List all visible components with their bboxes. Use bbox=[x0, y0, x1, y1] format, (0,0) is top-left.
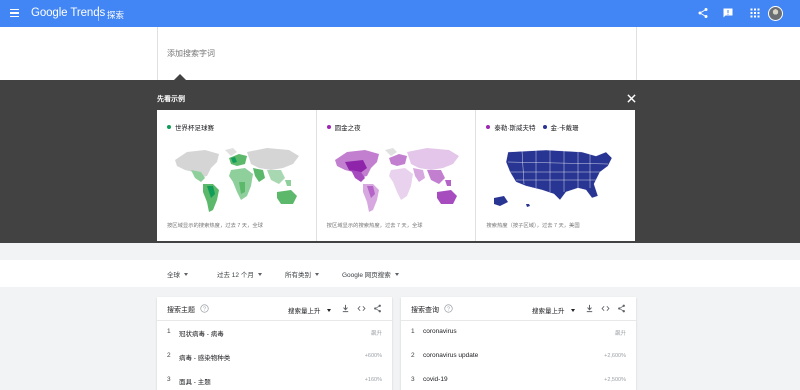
legend-dot bbox=[542, 125, 547, 129]
example-card-celebrities[interactable]: 泰勒·斯威夫特 金·卡戴珊 搜索热度（按子区域），过去 7 天，美国 bbox=[476, 110, 635, 241]
embed-icon[interactable] bbox=[601, 304, 610, 313]
legend-label: 泰勒·斯威夫特 bbox=[494, 125, 536, 132]
chevron-down-icon bbox=[315, 273, 319, 276]
list-item[interactable]: 2 coronavirus update +2,600% bbox=[401, 346, 636, 370]
list-item[interactable]: 1 冠状病毒 - 病毒 飙升 bbox=[157, 322, 392, 346]
header-divider bbox=[98, 6, 99, 21]
example-cards: 世界杯足球赛 按区域显示的搜索热度，过去 7 天，全球 圆金之夜 按区域显示的搜… bbox=[157, 110, 635, 241]
help-icon[interactable]: ? bbox=[444, 304, 453, 313]
card-caption: 按区域显示的搜索热度，过去 7 天，全球 bbox=[326, 223, 423, 229]
sort-label: 搜索量上升 bbox=[288, 308, 321, 315]
chevron-down-icon bbox=[570, 309, 575, 312]
svg-text:?: ? bbox=[447, 306, 450, 312]
region-filter-label: 全球 bbox=[167, 272, 180, 279]
time-filter[interactable]: 过去 12 个月 bbox=[217, 269, 262, 279]
rank: 3 bbox=[167, 376, 171, 383]
search-input[interactable] bbox=[167, 47, 467, 59]
example-card-golden-globes[interactable]: 圆金之夜 按区域显示的搜索热度，过去 7 天，全球 bbox=[317, 110, 477, 241]
card-legend: 世界杯足球赛 bbox=[167, 122, 221, 132]
close-icon[interactable] bbox=[627, 94, 636, 103]
legend-dot bbox=[326, 125, 331, 129]
chevron-down-icon bbox=[394, 273, 399, 276]
menu-icon[interactable] bbox=[10, 9, 19, 18]
widget-header: 搜索查询 ? 搜索量上升 bbox=[401, 297, 636, 321]
share-icon[interactable] bbox=[617, 304, 626, 313]
property-filter[interactable]: Google 网页搜索 bbox=[342, 269, 399, 279]
region-filter[interactable]: 全球 bbox=[167, 269, 188, 279]
rank: 1 bbox=[411, 328, 415, 335]
world-map bbox=[175, 148, 299, 212]
widget-header: 搜索主题 ? 搜索量上升 bbox=[157, 297, 392, 321]
apps-icon[interactable] bbox=[749, 7, 761, 19]
chevron-down-icon bbox=[326, 309, 331, 312]
list-item[interactable]: 2 病毒 - 感染物种类 +600% bbox=[157, 346, 392, 370]
download-icon[interactable] bbox=[341, 304, 350, 313]
list-item[interactable]: 3 covid-19 +2,500% bbox=[401, 370, 636, 390]
legend-dot bbox=[486, 125, 491, 129]
svg-text:?: ? bbox=[203, 306, 206, 312]
us-map bbox=[494, 149, 613, 207]
property-filter-label: Google 网页搜索 bbox=[342, 272, 391, 279]
widget-title: 搜索查询 bbox=[411, 307, 439, 314]
world-map bbox=[334, 148, 459, 212]
rank: 2 bbox=[167, 352, 171, 359]
top-app-bar: Google Trends 探索 bbox=[0, 0, 800, 27]
account-avatar[interactable] bbox=[768, 6, 783, 21]
item-value: +160% bbox=[364, 377, 382, 383]
rank: 1 bbox=[167, 328, 171, 335]
sort-dropdown[interactable]: 搜索量上升 bbox=[288, 305, 331, 315]
item-label: covid-19 bbox=[423, 376, 448, 383]
help-icon[interactable]: ? bbox=[200, 304, 209, 313]
rank: 2 bbox=[411, 352, 415, 359]
related-queries-widget: 搜索查询 ? 搜索量上升 1 coronavirus 飙升 2 coronavirus… bbox=[401, 297, 636, 390]
item-label: coronavirus update bbox=[423, 352, 479, 359]
card-caption: 搜索热度（按子区域），过去 7 天，美国 bbox=[486, 223, 580, 229]
share-icon[interactable] bbox=[697, 7, 709, 19]
chevron-down-icon bbox=[257, 273, 262, 276]
sort-dropdown[interactable]: 搜索量上升 bbox=[532, 305, 575, 315]
embed-icon[interactable] bbox=[357, 304, 366, 313]
sort-label: 搜索量上升 bbox=[532, 308, 565, 315]
item-label: 病毒 - 感染物种类 bbox=[179, 355, 231, 362]
card-legend: 泰勒·斯威夫特 金·卡戴珊 bbox=[486, 122, 585, 132]
google-trends-logo[interactable]: Google Trends bbox=[31, 7, 105, 19]
category-filter[interactable]: 所有类别 bbox=[285, 269, 319, 279]
category-filter-label: 所有类别 bbox=[285, 272, 311, 279]
rank: 3 bbox=[411, 376, 415, 383]
item-value: 飙升 bbox=[370, 331, 382, 337]
legend-label: 金·卡戴珊 bbox=[550, 125, 579, 132]
filter-bar bbox=[0, 260, 800, 287]
item-label: 冠状病毒 - 病毒 bbox=[179, 331, 224, 338]
item-value: +600% bbox=[364, 353, 382, 359]
item-label: 面具 - 主题 bbox=[179, 379, 211, 386]
example-card-world-cup[interactable]: 世界杯足球赛 按区域显示的搜索热度，过去 7 天，全球 bbox=[157, 110, 317, 241]
card-legend: 圆金之夜 bbox=[326, 122, 368, 132]
item-value: +2,500% bbox=[604, 377, 626, 383]
related-topics-widget: 搜索主题 ? 搜索量上升 1 冠状病毒 - 病毒 飙升 2 病毒 - 感染物种类 +60… bbox=[157, 297, 392, 390]
list-item[interactable]: 1 coronavirus 飙升 bbox=[401, 322, 636, 346]
download-icon[interactable] bbox=[585, 304, 594, 313]
search-box bbox=[157, 27, 637, 80]
item-value: 飙升 bbox=[614, 331, 626, 337]
share-icon[interactable] bbox=[373, 304, 382, 313]
examples-title: 先看示例 bbox=[157, 96, 185, 103]
item-value: +2,600% bbox=[604, 353, 626, 359]
legend-dot bbox=[167, 125, 171, 129]
time-filter-label: 过去 12 个月 bbox=[217, 272, 254, 279]
item-label: coronavirus bbox=[423, 328, 457, 335]
card-caption: 按区域显示的搜索热度，过去 7 天，全球 bbox=[167, 223, 263, 229]
page-name: 探索 bbox=[107, 10, 125, 20]
chevron-down-icon bbox=[184, 273, 188, 276]
legend-label: 世界杯足球赛 bbox=[175, 125, 214, 132]
legend-label: 圆金之夜 bbox=[334, 125, 361, 132]
feedback-icon[interactable] bbox=[722, 7, 734, 19]
list-item[interactable]: 3 面具 - 主题 +160% bbox=[157, 370, 392, 390]
widget-title: 搜索主题 bbox=[167, 307, 195, 314]
